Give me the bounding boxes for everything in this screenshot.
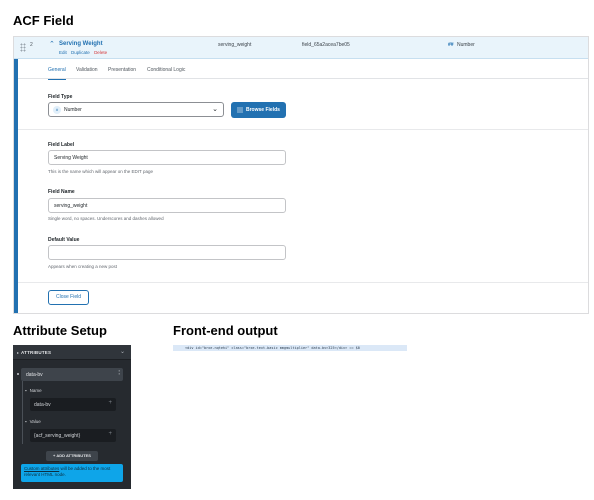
drag-handle-icon[interactable] — [20, 43, 26, 52]
default-value-label: Default Value — [48, 237, 80, 243]
number-type-icon: ## — [448, 42, 454, 48]
chevron-up-icon[interactable]: ⌃ — [49, 40, 55, 48]
browse-fields-label: Browse Fields — [246, 107, 280, 113]
caret-right-icon: ▸ — [17, 350, 20, 355]
browse-fields-button[interactable]: Browse Fields — [231, 102, 286, 118]
field-row-type: Number — [457, 42, 475, 48]
field-type-value: Number — [64, 107, 82, 113]
divider — [18, 129, 588, 130]
field-row-name: serving_weight — [218, 42, 252, 48]
attributes-info-box: Custom attributes will be added to the m… — [21, 464, 123, 482]
acf-field-heading: ACF Field — [13, 13, 74, 28]
bullet-icon — [17, 373, 19, 375]
duplicate-link[interactable]: Duplicate — [71, 50, 90, 55]
field-type-select[interactable]: # Number ⌄ — [48, 102, 224, 117]
field-name-help: Single word, no spaces. Underscores and … — [48, 216, 164, 221]
html-output-line[interactable]: <div id="brxe-nqtehi" class="brxe-text-b… — [173, 345, 407, 351]
field-row-key: field_65a2acea7be05 — [302, 42, 350, 48]
divider — [18, 282, 588, 283]
value-label: ▪ Value — [25, 419, 41, 424]
field-name-input[interactable]: serving_weight — [48, 198, 286, 213]
field-type-label: Field Type — [48, 94, 73, 100]
field-row-header[interactable]: 2 ⌃ Serving Weight Edit Duplicate Delete… — [14, 37, 588, 59]
plus-icon[interactable]: + — [108, 431, 112, 437]
front-end-output-heading: Front-end output — [173, 323, 278, 338]
tab-presentation[interactable]: Presentation — [108, 67, 136, 73]
field-row-actions: Edit Duplicate Delete — [59, 50, 110, 55]
close-field-button[interactable]: Close Field — [48, 290, 89, 305]
tab-general[interactable]: General — [48, 67, 66, 80]
field-row-label[interactable]: Serving Weight — [59, 41, 103, 47]
field-label-label: Field Label — [48, 142, 75, 148]
attribute-item-label: data-bv — [26, 372, 43, 378]
add-attributes-button[interactable]: + ADD ATTRIBUTES — [46, 451, 98, 461]
acf-field-panel: 2 ⌃ Serving Weight Edit Duplicate Delete… — [13, 36, 589, 314]
attribute-name-input[interactable]: data-bv + — [30, 398, 116, 411]
chevron-down-icon: ⌄ — [212, 106, 218, 113]
field-label-help: This is the name which will appear on th… — [48, 169, 153, 174]
tab-conditional-logic[interactable]: Conditional Logic — [147, 67, 185, 73]
custom-attributes-link[interactable]: Custom attributes — [24, 466, 59, 471]
number-type-icon: # — [53, 106, 61, 114]
tab-validation[interactable]: Validation — [76, 67, 98, 73]
tree-line — [22, 381, 23, 444]
default-value-help: Appears when creating a new post — [48, 264, 118, 269]
settings-tabs: General Validation Presentation Conditio… — [18, 59, 588, 80]
grid-icon — [237, 107, 243, 113]
field-name-label: Field Name — [48, 189, 75, 195]
default-value-input[interactable] — [48, 245, 286, 260]
plus-icon[interactable]: + — [108, 400, 112, 406]
edit-link[interactable]: Edit — [59, 50, 67, 55]
attributes-panel-title: ATTRIBUTES — [21, 350, 52, 355]
attribute-value-value: {acf_serving_weight} — [34, 433, 81, 439]
attributes-panel-header[interactable]: ▸ ATTRIBUTES ⌄ — [13, 345, 131, 360]
delete-link[interactable]: Delete — [94, 50, 107, 55]
attribute-name-value: data-bv — [34, 402, 51, 408]
attributes-panel: ▸ ATTRIBUTES ⌄ data-bv ▪ ▪ ▪ Name data-bv … — [13, 345, 131, 489]
name-label: ▪ Name — [25, 388, 42, 393]
field-label-input[interactable]: Serving Weight — [48, 150, 286, 165]
attribute-value-input[interactable]: {acf_serving_weight} + — [30, 429, 116, 442]
item-menu-icon[interactable]: ▪ ▪ — [119, 369, 120, 376]
attribute-setup-heading: Attribute Setup — [13, 323, 107, 338]
chevron-down-icon[interactable]: ⌄ — [120, 348, 125, 355]
attribute-item[interactable]: data-bv ▪ ▪ — [21, 368, 123, 381]
field-order-number: 2 — [30, 42, 33, 48]
